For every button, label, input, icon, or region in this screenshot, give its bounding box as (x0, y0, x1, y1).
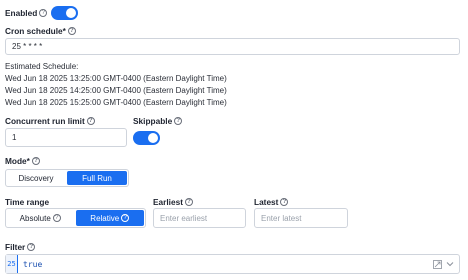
latest-placeholder: Enter latest (261, 213, 302, 223)
estimated-item-1: Wed Jun 18 2025 13:25:00 GMT-0400 (Easte… (5, 74, 227, 83)
enabled-label: Enabled (5, 8, 38, 18)
expand-icon[interactable] (433, 259, 442, 269)
help-icon: ? (39, 9, 48, 17)
concurrent-input[interactable]: 1 (5, 128, 127, 147)
latest-label-row: Latest ? (254, 197, 289, 207)
time-range-option-relative[interactable]: Relative ? (75, 210, 144, 226)
chevron-down-icon[interactable] (446, 260, 454, 268)
time-range-option-absolute-label: Absolute (19, 213, 51, 223)
time-range-option-absolute[interactable]: Absolute ? (6, 209, 75, 227)
help-icon: ? (280, 198, 289, 206)
help-icon: ? (31, 157, 40, 165)
cron-label-row: Cron schedule* ? (5, 26, 76, 36)
filter-editor-actions (433, 259, 454, 269)
help-icon: ? (86, 117, 95, 125)
mode-option-discovery-label: Discovery (18, 173, 54, 183)
mode-segmented: Discovery Full Run (5, 169, 129, 187)
help-icon: ? (174, 117, 183, 125)
mode-label: Mode* (5, 156, 30, 166)
time-range-label: Time range (5, 197, 50, 207)
mode-label-row: Mode* ? (5, 156, 40, 166)
latest-label: Latest (254, 197, 279, 207)
time-range-segmented: Absolute ? Relative ? (5, 208, 146, 228)
estimated-label: Estimated Schedule: (5, 62, 79, 71)
help-icon: ? (67, 27, 76, 35)
earliest-label-row: Earliest ? (153, 197, 193, 207)
help-icon: ? (52, 214, 61, 222)
earliest-input[interactable]: Enter earliest (153, 208, 246, 228)
time-range-option-relative-label: Relative (90, 213, 120, 223)
latest-input[interactable]: Enter latest (254, 208, 348, 228)
cron-label: Cron schedule* (5, 26, 66, 36)
skippable-label-row: Skippable ? (133, 116, 183, 126)
earliest-placeholder: Enter earliest (160, 213, 208, 223)
filter-editor[interactable]: 25 true (5, 254, 460, 274)
earliest-label: Earliest (153, 197, 183, 207)
mode-option-discovery[interactable]: Discovery (6, 170, 66, 186)
skippable-toggle[interactable] (133, 131, 160, 145)
concurrent-input-value: 1 (12, 133, 17, 142)
cron-input[interactable]: 25 * * * * (5, 38, 460, 55)
concurrent-label-row: Concurrent run limit ? (5, 116, 95, 126)
estimated-item-3: Wed Jun 18 2025 15:25:00 GMT-0400 (Easte… (5, 98, 227, 107)
enabled-toggle[interactable] (51, 6, 79, 20)
mode-option-full-run-label: Full Run (82, 173, 112, 183)
filter-label-row: Filter ? (5, 242, 36, 252)
mode-option-full-run[interactable]: Full Run (67, 171, 127, 185)
skippable-label: Skippable (133, 116, 173, 126)
filter-line-number: 25 (6, 255, 18, 273)
filter-code: true (23, 259, 43, 269)
help-icon: ? (121, 214, 130, 222)
estimated-item-2: Wed Jun 18 2025 14:25:00 GMT-0400 (Easte… (5, 86, 227, 95)
cron-input-value: 25 * * * * (12, 42, 43, 51)
concurrent-label: Concurrent run limit (5, 116, 85, 126)
help-icon: ? (27, 243, 36, 251)
help-icon: ? (184, 198, 193, 206)
filter-label: Filter (5, 242, 26, 252)
enabled-row: Enabled ? (5, 6, 79, 20)
